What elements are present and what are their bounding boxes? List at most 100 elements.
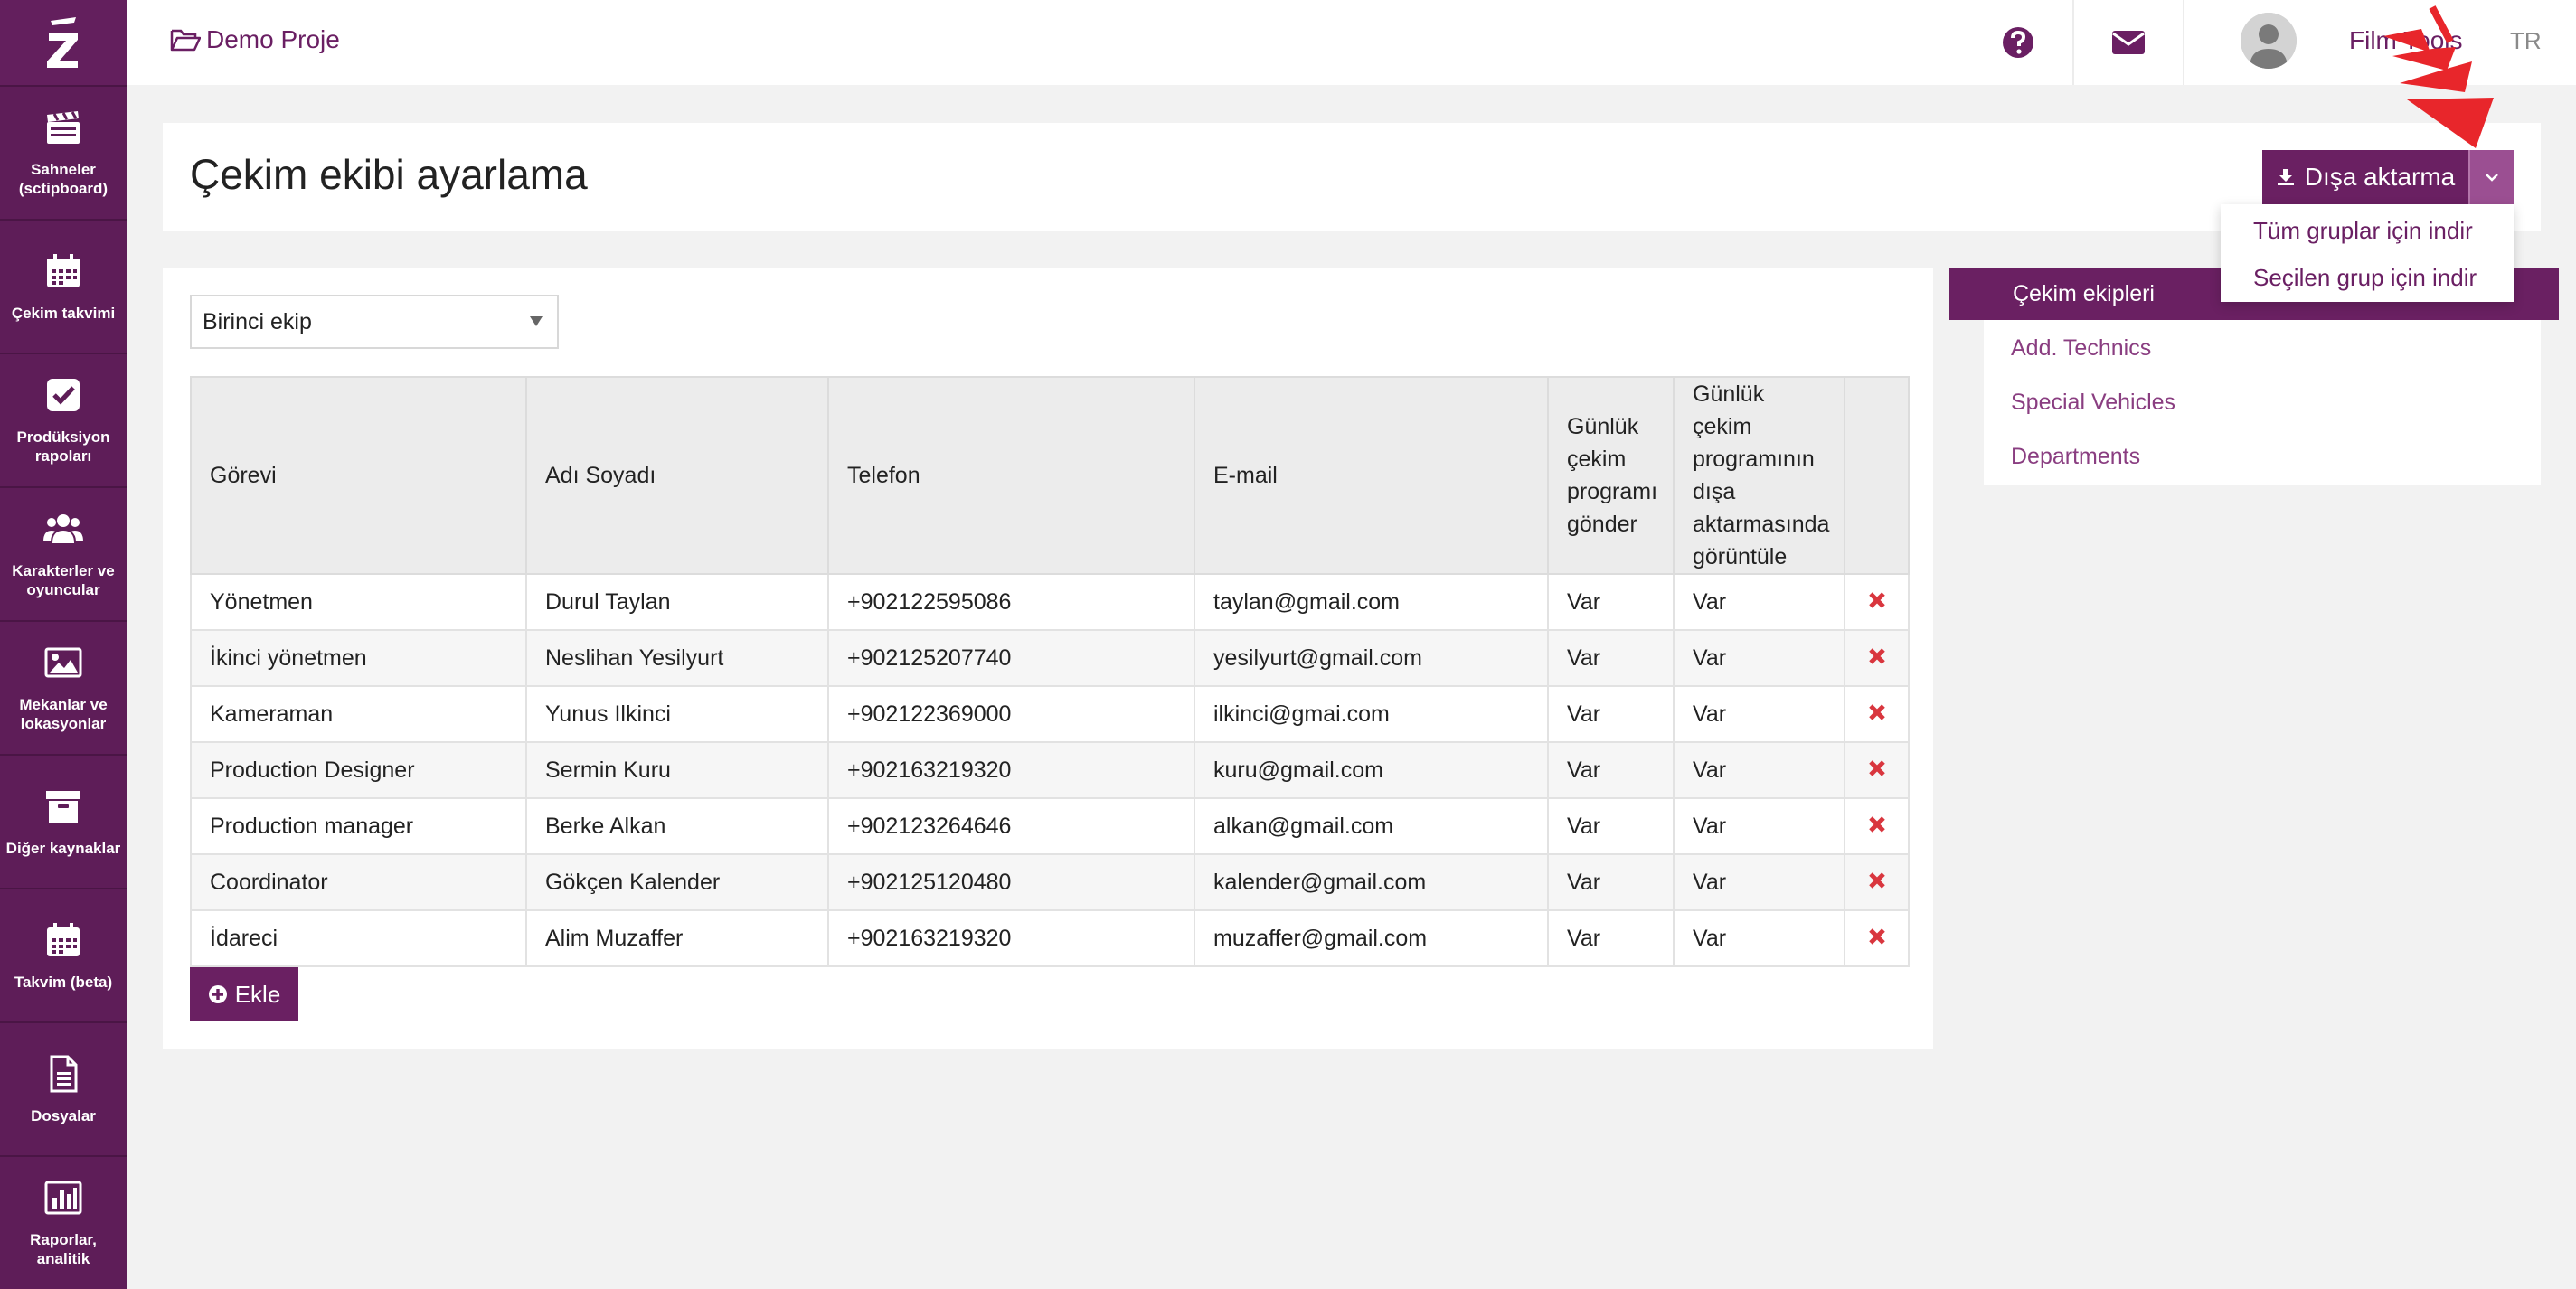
cell-send-schedule[interactable]: Var <box>1547 685 1675 743</box>
cell-phone[interactable]: +902125120480 <box>827 853 1195 911</box>
add-crew-member-button[interactable]: Ekle <box>190 967 298 1021</box>
cell-name[interactable]: Durul Taylan <box>525 573 829 631</box>
table-row[interactable]: Kameraman Yunus Ilkinci +902122369000 il… <box>190 685 1910 743</box>
cell-show-in-export[interactable]: Var <box>1673 909 1845 967</box>
cell-send-schedule[interactable]: Var <box>1547 797 1675 855</box>
sidebar-item-scenes[interactable]: Sahneler (sctipboard) <box>0 87 127 221</box>
cell-name[interactable]: Berke Alkan <box>525 797 829 855</box>
app-logo[interactable] <box>0 0 127 87</box>
cell-name[interactable]: Alim Muzaffer <box>525 909 829 967</box>
crew-panel: Birinci ekip Görevi Adı Soyadı Telefon E… <box>163 268 1933 1049</box>
chevron-down-icon <box>2486 174 2498 182</box>
sidebar-item-production-reports[interactable]: Prodüksiyon rapoları <box>0 354 127 488</box>
table-row[interactable]: Yönetmen Durul Taylan +902122595086 tayl… <box>190 573 1910 631</box>
cell-send-schedule[interactable]: Var <box>1547 629 1675 687</box>
table-header-row: Görevi Adı Soyadı Telefon E-mail Günlük … <box>190 376 1910 575</box>
project-link[interactable]: Demo Proje <box>170 25 340 54</box>
sidebar-item-label: Prodüksiyon rapoları <box>16 428 110 465</box>
sidebar-item-label: Diğer kaynaklar <box>5 839 121 857</box>
cell-phone[interactable]: +902125207740 <box>827 629 1195 687</box>
table-row[interactable]: Production Designer Sermin Kuru +9021632… <box>190 741 1910 799</box>
cell-send-schedule[interactable]: Var <box>1547 573 1675 631</box>
column-header: Telefon <box>827 376 1195 575</box>
active-tab-arrow <box>1949 268 1971 320</box>
download-selected-group-item[interactable]: Seçilen grup için indir <box>2253 264 2477 292</box>
column-header: Günlük çekim programı gönder <box>1547 376 1675 575</box>
user-avatar-icon <box>2241 13 2297 69</box>
table-row[interactable]: Coordinator Gökçen Kalender +90212512048… <box>190 853 1910 911</box>
cell-role[interactable]: Production manager <box>190 797 527 855</box>
cell-email[interactable]: alkan@gmail.com <box>1194 797 1549 855</box>
cell-name[interactable]: Neslihan Yesilyurt <box>525 629 829 687</box>
column-header: Görevi <box>190 376 527 575</box>
sidebar-item-label: Karakterler ve oyuncular <box>12 562 115 598</box>
annotation-arrow-icon <box>2383 5 2494 148</box>
cell-email[interactable]: kuru@gmail.com <box>1194 741 1549 799</box>
cell-email[interactable]: yesilyurt@gmail.com <box>1194 629 1549 687</box>
logo-icon <box>47 17 78 68</box>
tab-special-vehicles[interactable]: Special Vehicles <box>2011 390 2175 416</box>
sidebar-item-label: Sahneler (sctipboard) <box>18 161 109 197</box>
delete-x-icon <box>1868 871 1885 889</box>
table-row[interactable]: Production manager Berke Alkan +90212326… <box>190 797 1910 855</box>
cell-role[interactable]: Yönetmen <box>190 573 527 631</box>
cell-role[interactable]: Production Designer <box>190 741 527 799</box>
language-switch[interactable]: TR <box>2510 27 2542 55</box>
folder-open-icon <box>170 29 201 52</box>
sidebar-item-shooting-schedule[interactable]: Çekim takvimi <box>0 221 127 354</box>
sidebar-item-label: Dosyalar <box>31 1106 96 1124</box>
cell-role[interactable]: Coordinator <box>190 853 527 911</box>
cell-show-in-export[interactable]: Var <box>1673 629 1845 687</box>
table-row[interactable]: İdareci Alim Muzaffer +902163219320 muza… <box>190 909 1910 967</box>
sidebar-item-files[interactable]: Dosyalar <box>0 1023 127 1157</box>
tab-departments[interactable]: Departments <box>2011 444 2140 470</box>
delete-row-button[interactable] <box>1844 685 1910 743</box>
cell-show-in-export[interactable]: Var <box>1673 573 1845 631</box>
cell-phone[interactable]: +902163219320 <box>827 741 1195 799</box>
cell-send-schedule[interactable]: Var <box>1547 741 1675 799</box>
cell-email[interactable]: kalender@gmail.com <box>1194 853 1549 911</box>
messages-button[interactable] <box>2074 0 2184 85</box>
download-all-groups-item[interactable]: Tüm gruplar için indir <box>2253 217 2473 245</box>
delete-row-button[interactable] <box>1844 909 1910 967</box>
sidebar-item-other-resources[interactable]: Diğer kaynaklar <box>0 756 127 889</box>
cell-role[interactable]: İdareci <box>190 909 527 967</box>
column-header: Günlük çekim programının dışa aktarmasın… <box>1673 376 1845 575</box>
delete-row-button[interactable] <box>1844 853 1910 911</box>
cell-phone[interactable]: +902123264646 <box>827 797 1195 855</box>
help-button[interactable] <box>1964 0 2074 85</box>
export-dropdown-toggle[interactable] <box>2468 150 2514 204</box>
sidebar-item-characters[interactable]: Karakterler ve oyuncular <box>0 488 127 622</box>
cell-phone[interactable]: +902122595086 <box>827 573 1195 631</box>
cell-show-in-export[interactable]: Var <box>1673 797 1845 855</box>
bar-chart-icon <box>44 1181 82 1215</box>
cell-role[interactable]: İkinci yönetmen <box>190 629 527 687</box>
cell-name[interactable]: Sermin Kuru <box>525 741 829 799</box>
cell-phone[interactable]: +902122369000 <box>827 685 1195 743</box>
cell-show-in-export[interactable]: Var <box>1673 853 1845 911</box>
delete-row-button[interactable] <box>1844 573 1910 631</box>
sidebar-item-calendar-beta[interactable]: Takvim (beta) <box>0 889 127 1023</box>
delete-row-button[interactable] <box>1844 629 1910 687</box>
tab-add-technics[interactable]: Add. Technics <box>2011 335 2151 362</box>
cell-email[interactable]: muzaffer@gmail.com <box>1194 909 1549 967</box>
cell-name[interactable]: Yunus Ilkinci <box>525 685 829 743</box>
export-button[interactable]: Dışa aktarma <box>2262 150 2468 204</box>
add-label: Ekle <box>234 980 281 1008</box>
delete-row-button[interactable] <box>1844 741 1910 799</box>
cell-email[interactable]: taylan@gmail.com <box>1194 573 1549 631</box>
cell-phone[interactable]: +902163219320 <box>827 909 1195 967</box>
cell-send-schedule[interactable]: Var <box>1547 909 1675 967</box>
cell-send-schedule[interactable]: Var <box>1547 853 1675 911</box>
cell-role[interactable]: Kameraman <box>190 685 527 743</box>
table-row[interactable]: İkinci yönetmen Neslihan Yesilyurt +9021… <box>190 629 1910 687</box>
cell-show-in-export[interactable]: Var <box>1673 741 1845 799</box>
sidebar-item-reports-analytics[interactable]: Raporlar, analitik <box>0 1157 127 1289</box>
sidebar-item-locations[interactable]: Mekanlar ve lokasyonlar <box>0 622 127 756</box>
cell-show-in-export[interactable]: Var <box>1673 685 1845 743</box>
crew-group-select[interactable]: Birinci ekip <box>190 295 559 349</box>
cell-email[interactable]: ilkinci@gmai.com <box>1194 685 1549 743</box>
cell-name[interactable]: Gökçen Kalender <box>525 853 829 911</box>
delete-row-button[interactable] <box>1844 797 1910 855</box>
delete-x-icon <box>1868 647 1885 664</box>
